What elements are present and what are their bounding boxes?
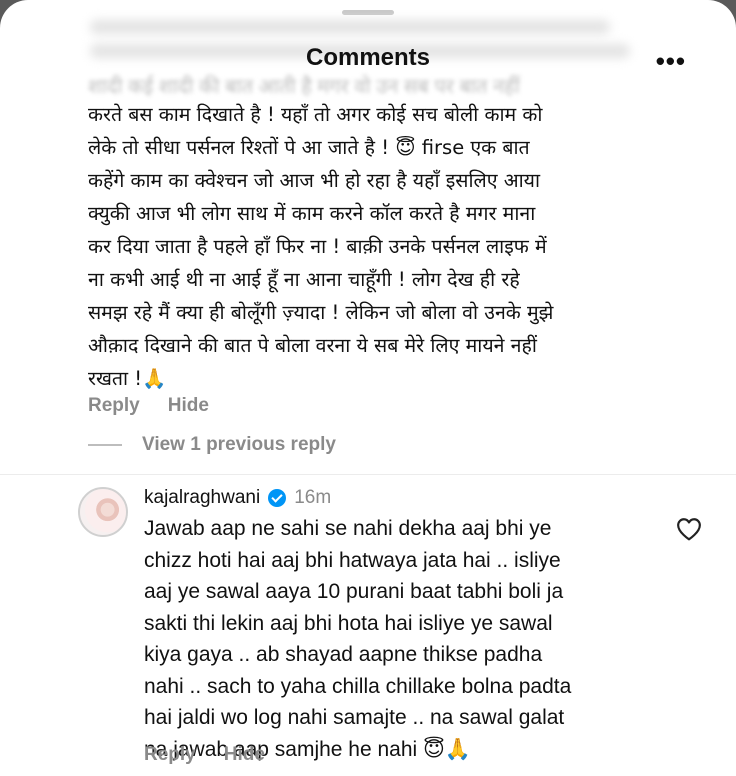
comment-line: करते बस काम दिखाते है ! यहाँ तो अगर कोई … <box>88 103 543 126</box>
reply-line: hai jaldi wo log nahi samajte .. na sawa… <box>144 706 565 729</box>
faded-comment-line: शादी कई शादी की बात आती है मगर वो उन सब … <box>88 76 520 96</box>
reply-line: kiya gaya .. ab shayad aapne thikse padh… <box>144 643 543 666</box>
comment-line: औक़ाद दिखाने की बात पे बोला वरना ये सब म… <box>88 334 537 357</box>
comment-line: क्युकी आज भी लोग साथ में काम करने कॉल कर… <box>88 202 536 225</box>
username[interactable]: kajalraghwani <box>144 487 260 509</box>
reply-actions: Reply Hide <box>144 744 265 766</box>
reply-line: Jawab aap ne sahi se nahi dekha aaj bhi … <box>144 517 552 540</box>
reply-line: chizz hoti hai aaj bhi hatwaya jata hai … <box>144 548 561 572</box>
comment-line: समझ रहे मैं क्या ही बोलूँगी ज़्यादा ! ले… <box>88 301 554 324</box>
reply-line: nahi .. sach to yaha chilla chillake bol… <box>144 674 572 698</box>
blurred-text-line <box>90 20 610 34</box>
reply-button[interactable]: Reply <box>88 395 140 417</box>
reply-line: aaj ye sawal aaya 10 purani baat tabhi b… <box>144 580 564 603</box>
verified-badge-icon <box>268 489 287 507</box>
avatar[interactable] <box>78 487 128 537</box>
reply-line: sakti thi lekin aaj bhi hota hai isliye … <box>144 611 553 635</box>
hide-button[interactable]: Hide <box>168 395 209 417</box>
view-previous-replies-button[interactable]: View 1 previous reply <box>88 434 336 456</box>
reply-text: Jawab aap ne sahi se nahi dekha aaj bhi … <box>144 513 644 765</box>
comment-text: करते बस काम दिखाते है ! यहाँ तो अगर कोई … <box>88 98 660 395</box>
comment-actions: Reply Hide <box>88 395 209 417</box>
more-options-icon[interactable]: ••• <box>656 46 686 77</box>
page-title: Comments <box>305 44 431 71</box>
comment-line: लेके तो सीधा पर्सनल रिश्तों पे आ जाते है… <box>88 136 530 159</box>
divider <box>0 474 736 475</box>
comments-sheet: Comments ••• शादी कई शादी की बात आती है … <box>0 0 736 776</box>
timestamp: 16m <box>294 487 332 508</box>
like-heart-icon[interactable] <box>676 517 702 541</box>
reply-header: kajalraghwani 16m <box>144 487 331 509</box>
comment-line: कर दिया जाता है पहले हाँ फिर ना ! बाक़ी … <box>88 235 547 258</box>
hide-button[interactable]: Hide <box>224 744 265 766</box>
view-previous-label: View 1 previous reply <box>142 434 336 455</box>
sheet-grabber[interactable] <box>342 10 394 15</box>
reply-button[interactable]: Reply <box>144 744 196 766</box>
thread-dash <box>88 444 122 446</box>
comment-line: ना कभी आई थी ना आई हूँ ना आना चाहूँगी ! … <box>88 268 520 291</box>
comment-line: कहेंगे काम का क्वेश्चन जो आज भी हो रहा ह… <box>88 169 540 192</box>
comment-line: रखता !🙏 <box>88 367 167 390</box>
